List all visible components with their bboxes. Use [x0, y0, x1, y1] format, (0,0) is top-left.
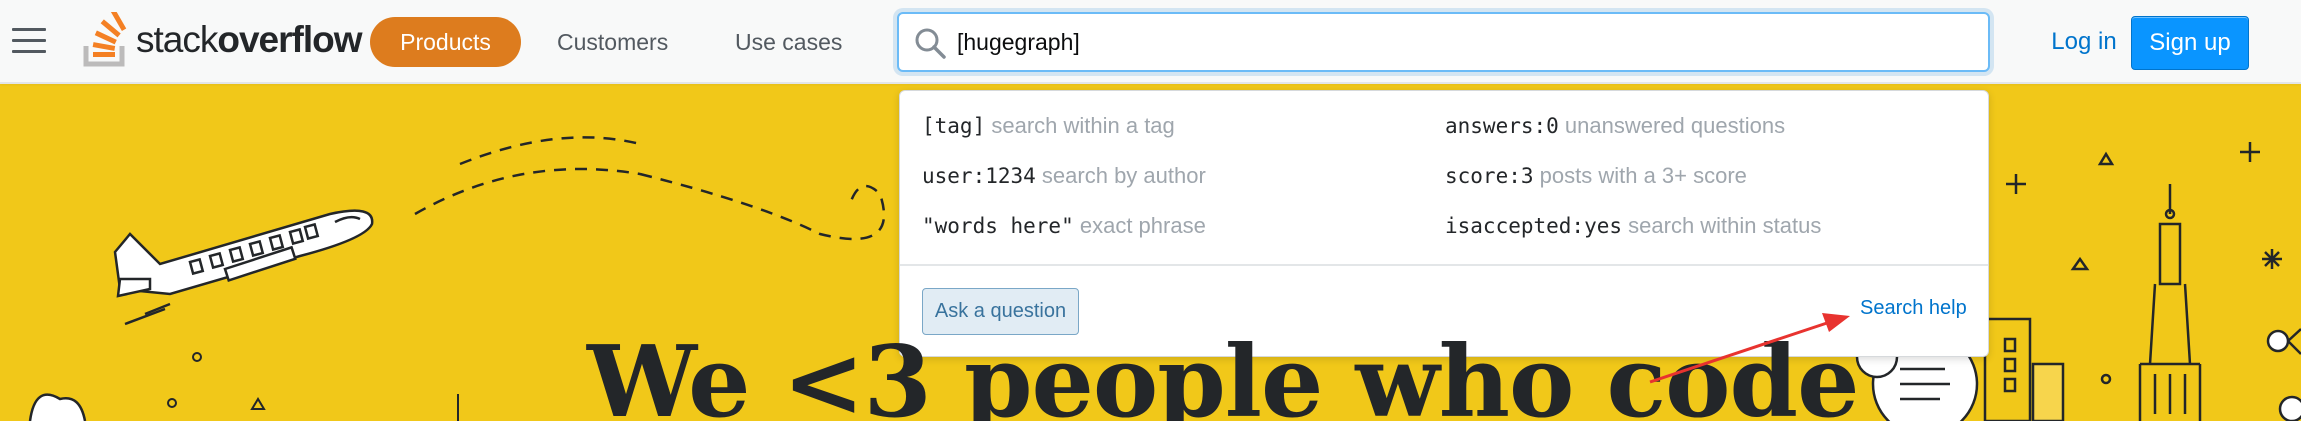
hint-code: [tag]: [922, 114, 986, 138]
products-button[interactable]: Products: [370, 17, 521, 67]
log-in-button[interactable]: Log in: [2022, 17, 2146, 67]
sign-up-button[interactable]: Sign up: [2131, 16, 2249, 70]
stackoverflow-logo-icon: [83, 12, 127, 67]
search-box[interactable]: [897, 12, 1990, 72]
hint-code: isaccepted:yes: [1445, 214, 1623, 238]
logo-wordmark: stackoverflow: [136, 19, 363, 61]
airplane-illustration: [113, 209, 374, 326]
customers-link[interactable]: Customers: [557, 17, 668, 67]
hint-text: search within status: [1628, 213, 1822, 238]
hint-item: isaccepted:yes search within status: [1445, 213, 1821, 239]
search-input[interactable]: [957, 14, 1957, 70]
hint-item: user:1234 search by author: [922, 163, 1206, 189]
hint-code: "words here": [922, 214, 1074, 238]
hint-code: user:1234: [922, 164, 1036, 188]
dashed-flight-path: [414, 136, 886, 241]
hint-item: "words here" exact phrase: [922, 213, 1206, 239]
search-icon: [915, 28, 946, 59]
hint-text: posts with a 3+ score: [1539, 163, 1747, 188]
hint-item: [tag] search within a tag: [922, 113, 1175, 139]
logo-wordmark-bold: overflow: [217, 19, 362, 60]
hint-text: unanswered questions: [1564, 113, 1786, 138]
hamburger-icon[interactable]: [12, 28, 46, 54]
top-bar: stackoverflow Products Customers Use cas…: [0, 0, 2301, 84]
stackoverflow-logo[interactable]: stackoverflow: [82, 12, 363, 68]
logo-wordmark-light: stack: [136, 19, 218, 60]
hint-code: answers:0: [1445, 114, 1559, 138]
search-help-link[interactable]: Search help: [1860, 297, 1967, 320]
hint-text: search by author: [1041, 163, 1206, 188]
hint-text: exact phrase: [1079, 213, 1206, 238]
hint-item: score:3 posts with a 3+ score: [1445, 163, 1747, 189]
use-cases-link[interactable]: Use cases: [735, 17, 842, 67]
hint-code: score:3: [1445, 164, 1534, 188]
hint-item: answers:0 unanswered questions: [1445, 113, 1785, 139]
hint-text: search within a tag: [991, 113, 1175, 138]
hero-headline: We <3 people who code: [587, 325, 1859, 421]
dropdown-divider: [900, 264, 1988, 266]
search-hints-dropdown: [tag] search within a tag user:1234 sear…: [899, 90, 1989, 357]
